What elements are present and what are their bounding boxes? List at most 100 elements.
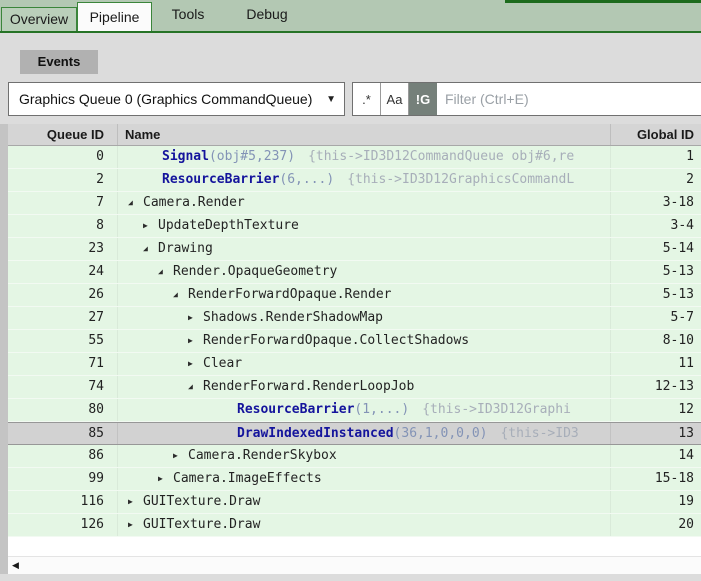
- tree-collapse-icon[interactable]: ▶: [128, 514, 143, 535]
- tree-collapse-icon[interactable]: ▶: [158, 468, 173, 489]
- horizontal-scrollbar[interactable]: ◀: [8, 556, 701, 574]
- event-row[interactable]: 2 ResourceBarrier(6,...) {this->ID3D12Grap…: [8, 169, 701, 192]
- queue-id-cell: 2: [8, 169, 118, 191]
- event-row[interactable]: 23◢Drawing5-14: [8, 238, 701, 261]
- name-cell: Signal(obj#5,237){this->ID3D12CommandQue…: [118, 146, 611, 168]
- event-row[interactable]: 7 ◢Camera.Render 3-18: [8, 192, 701, 215]
- global-id-cell: 5-7: [611, 307, 701, 329]
- event-label: Camera.Render: [143, 195, 245, 210]
- global-id-cell: 14: [611, 445, 701, 467]
- api-call-name: ResourceBarrier: [162, 172, 279, 187]
- column-header-name[interactable]: Name: [118, 124, 611, 145]
- name-cell: ResourceBarrier(6,...) {this->ID3D12Graph…: [118, 169, 611, 191]
- event-row[interactable]: 0Signal(obj#5,237){this->ID3D12CommandQu…: [8, 146, 701, 169]
- event-row[interactable]: 27 ▶Shadows.RenderShadowMap 5-7: [8, 307, 701, 330]
- queue-id-cell: 7: [8, 192, 118, 214]
- event-row[interactable]: 85DrawIndexedInstanced(36,1,0,0,0){this-…: [8, 422, 701, 445]
- tree-collapse-icon[interactable]: ▶: [188, 353, 203, 374]
- event-row[interactable]: 71▶Clear11: [8, 353, 701, 376]
- filter-bar: .* Aa !G: [352, 82, 701, 116]
- event-row[interactable]: 55▶RenderForwardOpaque.CollectShadows8-1…: [8, 330, 701, 353]
- event-table-body: 0Signal(obj#5,237){this->ID3D12CommandQu…: [8, 146, 701, 556]
- event-label: RenderForwardOpaque.Render: [188, 287, 392, 302]
- global-id-cell: 1: [611, 146, 701, 168]
- global-id-cell: 3-18: [611, 192, 701, 214]
- event-label: Clear: [203, 356, 242, 371]
- global-id-cell: 20: [611, 514, 701, 536]
- global-id-cell: 12: [611, 399, 701, 421]
- queue-selector-dropdown[interactable]: Graphics Queue 0 (Graphics CommandQueue)…: [8, 82, 345, 116]
- api-call-context: {this->ID3: [500, 426, 578, 441]
- global-id-cell: 8-10: [611, 330, 701, 352]
- event-table: Queue ID Name Global ID 0Signal(obj#5,23…: [8, 124, 701, 574]
- tab-events[interactable]: Events: [20, 50, 98, 74]
- event-row[interactable]: 26◢RenderForwardOpaque.Render5-13: [8, 284, 701, 307]
- queue-selector-value: Graphics Queue 0 (Graphics CommandQueue): [19, 91, 320, 107]
- events-tab-strip: Events: [0, 33, 701, 82]
- queue-id-cell: 23: [8, 238, 118, 260]
- event-row[interactable]: 24◢Render.OpaqueGeometry5-13: [8, 261, 701, 284]
- glob-toggle-button[interactable]: !G: [409, 83, 437, 115]
- queue-id-cell: 126: [8, 514, 118, 536]
- event-row[interactable]: 116▶GUITexture.Draw19: [8, 491, 701, 514]
- tree-expand-icon[interactable]: ◢: [158, 261, 173, 282]
- queue-id-cell: 80: [8, 399, 118, 421]
- queue-id-cell: 99: [8, 468, 118, 490]
- name-cell: ▶Camera.RenderSkybox: [118, 445, 611, 467]
- name-cell: ▶Camera.ImageEffects: [118, 468, 611, 490]
- event-label: Shadows.RenderShadowMap: [203, 310, 383, 325]
- filter-input[interactable]: [437, 83, 701, 115]
- event-row[interactable]: 126 ▶GUITexture.Draw 20: [8, 514, 701, 537]
- api-call-context: {this->ID3D12GraphicsCommandL: [347, 172, 574, 187]
- event-label: Camera.RenderSkybox: [188, 448, 337, 463]
- event-row[interactable]: 80ResourceBarrier(1,...){this->ID3D12Gra…: [8, 399, 701, 422]
- regex-toggle-button[interactable]: .*: [353, 83, 381, 115]
- queue-id-cell: 55: [8, 330, 118, 352]
- event-row[interactable]: 74◢RenderForward.RenderLoopJob12-13: [8, 376, 701, 399]
- global-id-cell: 5-13: [611, 284, 701, 306]
- event-row[interactable]: 86▶Camera.RenderSkybox14: [8, 445, 701, 468]
- api-call-params: (36,1,0,0,0): [394, 426, 488, 441]
- event-row[interactable]: 8▶UpdateDepthTexture3-4: [8, 215, 701, 238]
- name-cell: ◢RenderForward.RenderLoopJob: [118, 376, 611, 398]
- scroll-left-icon[interactable]: ◀: [12, 560, 19, 571]
- docked-panel-edge: [505, 0, 701, 3]
- queue-id-cell: 8: [8, 215, 118, 237]
- name-cell: ▶GUITexture.Draw: [118, 491, 611, 513]
- queue-id-cell: 27: [8, 307, 118, 329]
- case-sensitive-toggle-button[interactable]: Aa: [381, 83, 409, 115]
- event-label: Camera.ImageEffects: [173, 471, 322, 486]
- global-id-cell: 5-14: [611, 238, 701, 260]
- tree-collapse-icon[interactable]: ▶: [188, 330, 203, 351]
- tree-expand-icon[interactable]: ◢: [128, 192, 143, 213]
- tab-overview[interactable]: Overview: [1, 7, 77, 31]
- tree-collapse-icon[interactable]: ▶: [173, 445, 188, 466]
- name-cell: ◢Drawing: [118, 238, 611, 260]
- column-header-queue-id[interactable]: Queue ID: [8, 124, 118, 145]
- event-row[interactable]: 99▶Camera.ImageEffects15-18: [8, 468, 701, 491]
- tree-expand-icon[interactable]: ◢: [143, 238, 158, 259]
- global-id-cell: 3-4: [611, 215, 701, 237]
- api-call-context: {this->ID3D12Graphi: [422, 402, 571, 417]
- global-id-cell: 11: [611, 353, 701, 375]
- event-label: RenderForward.RenderLoopJob: [203, 379, 414, 394]
- name-cell: ▶RenderForwardOpaque.CollectShadows: [118, 330, 611, 352]
- column-header-global-id[interactable]: Global ID: [611, 124, 701, 145]
- name-cell: ◢RenderForwardOpaque.Render: [118, 284, 611, 306]
- queue-id-cell: 74: [8, 376, 118, 398]
- queue-id-cell: 85: [8, 423, 118, 444]
- global-id-cell: 5-13: [611, 261, 701, 283]
- api-call-params: (obj#5,237): [209, 149, 295, 164]
- event-label: GUITexture.Draw: [143, 517, 260, 532]
- tab-debug[interactable]: Debug: [224, 0, 310, 31]
- api-call-params: (6,...): [279, 172, 334, 187]
- tree-collapse-icon[interactable]: ▶: [128, 491, 143, 512]
- tab-pipeline[interactable]: Pipeline: [77, 2, 152, 31]
- tree-expand-icon[interactable]: ◢: [188, 376, 203, 397]
- tree-collapse-icon[interactable]: ▶: [143, 215, 158, 236]
- event-browser-window: Overview Pipeline Tools Debug Events Gra…: [0, 0, 701, 581]
- tree-expand-icon[interactable]: ◢: [173, 284, 188, 305]
- queue-id-cell: 116: [8, 491, 118, 513]
- tree-collapse-icon[interactable]: ▶: [188, 307, 203, 328]
- tab-tools[interactable]: Tools: [152, 0, 224, 31]
